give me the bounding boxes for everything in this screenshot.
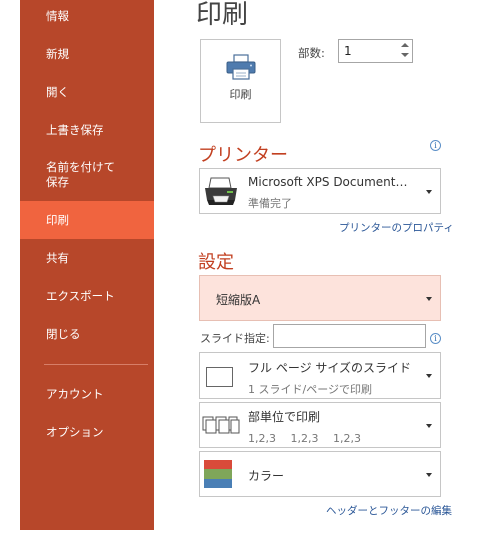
nav-item-open[interactable]: 開く	[20, 80, 154, 104]
layout-title: フル ページ サイズのスライド	[248, 361, 412, 375]
collate-subtitle: 1,2,3 1,2,3 1,2,3	[248, 432, 361, 445]
nav-item-save-as[interactable]: 名前を付けて 保存	[20, 156, 154, 194]
printer-name: Microsoft XPS Document…	[248, 175, 408, 189]
color-swatch-icon	[204, 460, 232, 488]
spin-down-icon[interactable]	[401, 53, 409, 57]
info-icon[interactable]: i	[430, 140, 441, 151]
chevron-down-icon	[426, 473, 432, 477]
chevron-down-icon	[426, 297, 432, 301]
slides-input[interactable]	[273, 324, 426, 348]
backstage-nav: 情報 新規 開く 上書き保存 名前を付けて 保存 印刷 共有 エクスポート 閉じ…	[20, 0, 154, 530]
spin-up-icon[interactable]	[401, 43, 409, 47]
slide-layout-icon	[206, 367, 233, 387]
nav-item-close[interactable]: 閉じる	[20, 322, 154, 346]
copies-value[interactable]: 1	[344, 44, 352, 58]
nav-item-label: 閉じる	[46, 326, 81, 341]
printer-dropdown[interactable]: Microsoft XPS Document… 準備完了	[199, 168, 441, 214]
collate-title: 部単位で印刷	[248, 410, 321, 424]
nav-item-options[interactable]: オプション	[20, 420, 154, 444]
chevron-down-icon	[426, 374, 432, 378]
color-dropdown[interactable]: カラー	[199, 451, 441, 497]
print-button-label: 印刷	[229, 88, 252, 101]
printer-properties-link[interactable]: プリンターのプロパティ	[339, 220, 454, 235]
nav-item-info[interactable]: 情報	[20, 4, 154, 28]
printer-icon	[226, 54, 255, 80]
slides-label: スライド指定:	[200, 332, 270, 345]
layout-dropdown[interactable]: フル ページ サイズのスライド 1 スライド/ページで印刷	[199, 352, 441, 399]
nav-item-label: 印刷	[46, 212, 69, 227]
nav-item-label: 共有	[46, 250, 69, 265]
settings-heading: 設定	[198, 252, 234, 273]
nav-item-account[interactable]: アカウント	[20, 382, 154, 406]
header-footer-link[interactable]: ヘッダーとフッターの編集	[326, 503, 452, 518]
info-icon[interactable]: i	[430, 333, 441, 344]
chevron-down-icon	[426, 190, 432, 194]
nav-item-label: エクスポート	[46, 288, 115, 303]
nav-item-label: 情報	[46, 8, 69, 23]
copies-label: 部数:	[298, 46, 325, 60]
nav-item-save[interactable]: 上書き保存	[20, 118, 154, 142]
color-title: カラー	[248, 469, 285, 483]
chevron-down-icon	[426, 424, 432, 428]
print-range-value: 短縮版A	[216, 293, 261, 307]
printer-heading: プリンター	[198, 145, 288, 166]
nav-divider	[44, 364, 148, 365]
nav-item-share[interactable]: 共有	[20, 246, 154, 270]
page-title: 印刷	[196, 0, 249, 30]
copies-spin-buttons[interactable]	[398, 40, 412, 62]
collate-dropdown[interactable]: 部単位で印刷 1,2,3 1,2,3 1,2,3	[199, 402, 441, 448]
nav-item-export[interactable]: エクスポート	[20, 284, 154, 308]
nav-item-new[interactable]: 新規	[20, 42, 154, 66]
nav-item-label: 上書き保存	[46, 122, 104, 137]
nav-item-label: 名前を付けて 保存	[46, 160, 115, 189]
printer-status: 準備完了	[248, 197, 292, 210]
layout-subtitle: 1 スライド/ページで印刷	[248, 383, 372, 396]
nav-item-print[interactable]: 印刷	[20, 201, 154, 239]
nav-item-label: アカウント	[46, 386, 104, 401]
print-button[interactable]: 印刷	[200, 39, 281, 123]
collate-icon	[202, 416, 240, 434]
nav-item-label: 開く	[46, 84, 69, 99]
printer-icon	[205, 177, 237, 205]
copies-stepper[interactable]: 1	[338, 39, 413, 63]
print-range-dropdown[interactable]: 短縮版A	[199, 275, 441, 321]
nav-item-label: 新規	[46, 46, 69, 61]
nav-item-label: オプション	[46, 424, 104, 439]
